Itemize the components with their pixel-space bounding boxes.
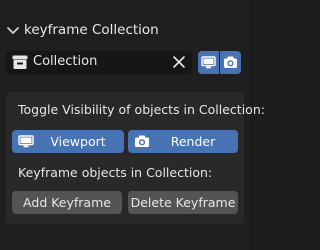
camera-icon	[135, 135, 149, 147]
panel-title: keyframe Collection	[24, 22, 159, 38]
monitor-icon	[18, 135, 34, 148]
visibility-label: Toggle Visibility of objects in Collecti…	[18, 102, 265, 117]
collection-icon	[12, 55, 28, 69]
add-keyframe-label: Add Keyframe	[23, 195, 111, 210]
delete-keyframe-label: Delete Keyframe	[130, 195, 236, 210]
keyframe-label: Keyframe objects in Collection:	[18, 165, 213, 180]
keyframe-collection-panel: keyframe Collection Collection Toggle Vi…	[0, 0, 265, 250]
close-icon[interactable]	[172, 55, 186, 69]
render-button-label: Render	[170, 134, 216, 149]
chevron-down-icon[interactable]	[6, 24, 20, 38]
collection-value: Collection	[33, 54, 98, 69]
viewport-button[interactable]: Viewport	[12, 130, 124, 153]
viewport-toggle-button[interactable]	[198, 51, 219, 74]
camera-icon	[224, 56, 237, 68]
panel-header[interactable]: keyframe Collection	[0, 18, 250, 46]
delete-keyframe-button[interactable]: Delete Keyframe	[128, 191, 238, 214]
render-toggle-button[interactable]	[220, 51, 241, 74]
render-button[interactable]: Render	[128, 130, 238, 153]
add-keyframe-button[interactable]: Add Keyframe	[12, 191, 122, 214]
viewport-button-label: Viewport	[50, 134, 106, 149]
collection-field[interactable]: Collection	[6, 51, 192, 74]
collection-options-box: Toggle Visibility of objects in Collecti…	[6, 92, 265, 224]
monitor-icon	[201, 56, 216, 69]
